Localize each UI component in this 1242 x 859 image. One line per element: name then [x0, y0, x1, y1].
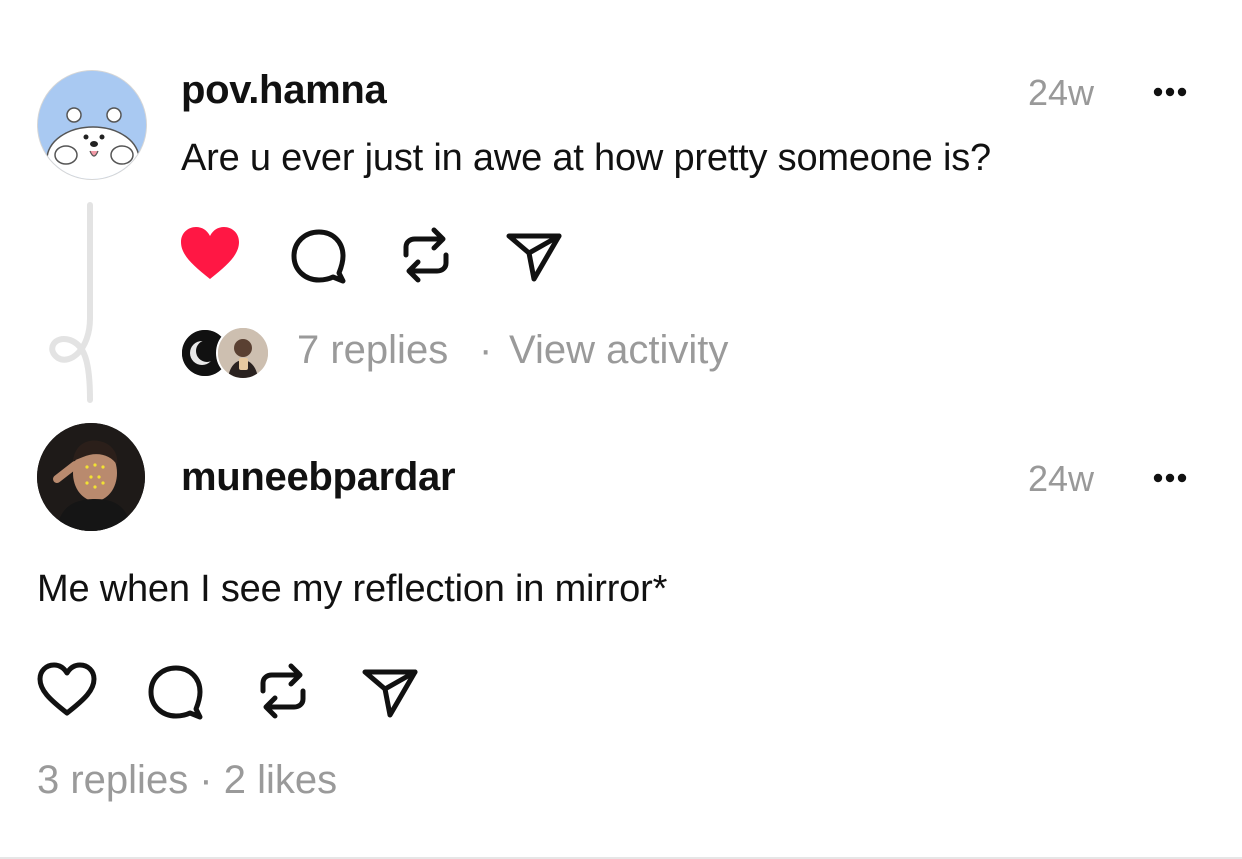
post-replies-count[interactable]: 7 replies: [297, 328, 448, 373]
post-timestamp: 24w: [1028, 72, 1095, 113]
repost-icon: [403, 227, 449, 283]
person-photo-icon: [218, 328, 268, 378]
post-text: Are u ever just in awe at how pretty som…: [181, 137, 991, 179]
comment-bubble-icon: [291, 229, 346, 284]
more-horizontal-icon: [1153, 473, 1187, 483]
send-paper-plane-icon: [362, 669, 418, 718]
more-horizontal-icon: [1153, 87, 1187, 97]
repost-button[interactable]: [397, 224, 455, 286]
reply-username[interactable]: muneebpardar: [181, 455, 456, 500]
reply-repost-button[interactable]: [254, 660, 312, 722]
profile-photo-icon: [37, 423, 145, 531]
reply-timestamp: 24w: [1028, 458, 1095, 499]
reply-text: Me when I see my reflection in mirror*: [37, 568, 668, 610]
send-paper-plane-icon: [506, 233, 562, 282]
polar-bear-icon: [38, 71, 146, 179]
view-activity-link[interactable]: View activity: [509, 328, 728, 373]
comment-bubble-icon: [148, 665, 203, 720]
reply-comment-button[interactable]: [145, 662, 205, 722]
thread-connector-line: [49, 202, 93, 403]
post-meta-separator: ·: [479, 328, 493, 372]
reply-share-button[interactable]: [361, 664, 419, 720]
like-button[interactable]: [178, 224, 242, 284]
reply-like-button[interactable]: [35, 660, 99, 720]
post-more-button[interactable]: [1146, 82, 1194, 102]
avatar-pov-hamna[interactable]: [37, 70, 147, 180]
reply-stats[interactable]: 3 replies · 2 likes: [37, 758, 337, 803]
heart-filled-icon: [181, 227, 239, 279]
share-button[interactable]: [505, 228, 563, 284]
replier-avatar-2: [216, 326, 270, 380]
heart-outline-icon: [37, 662, 97, 716]
comment-button[interactable]: [288, 226, 348, 286]
avatar-muneebpardar[interactable]: [37, 423, 145, 531]
reply-more-button[interactable]: [1146, 468, 1194, 488]
post-username[interactable]: pov.hamna: [181, 68, 387, 113]
repost-icon: [260, 663, 306, 719]
